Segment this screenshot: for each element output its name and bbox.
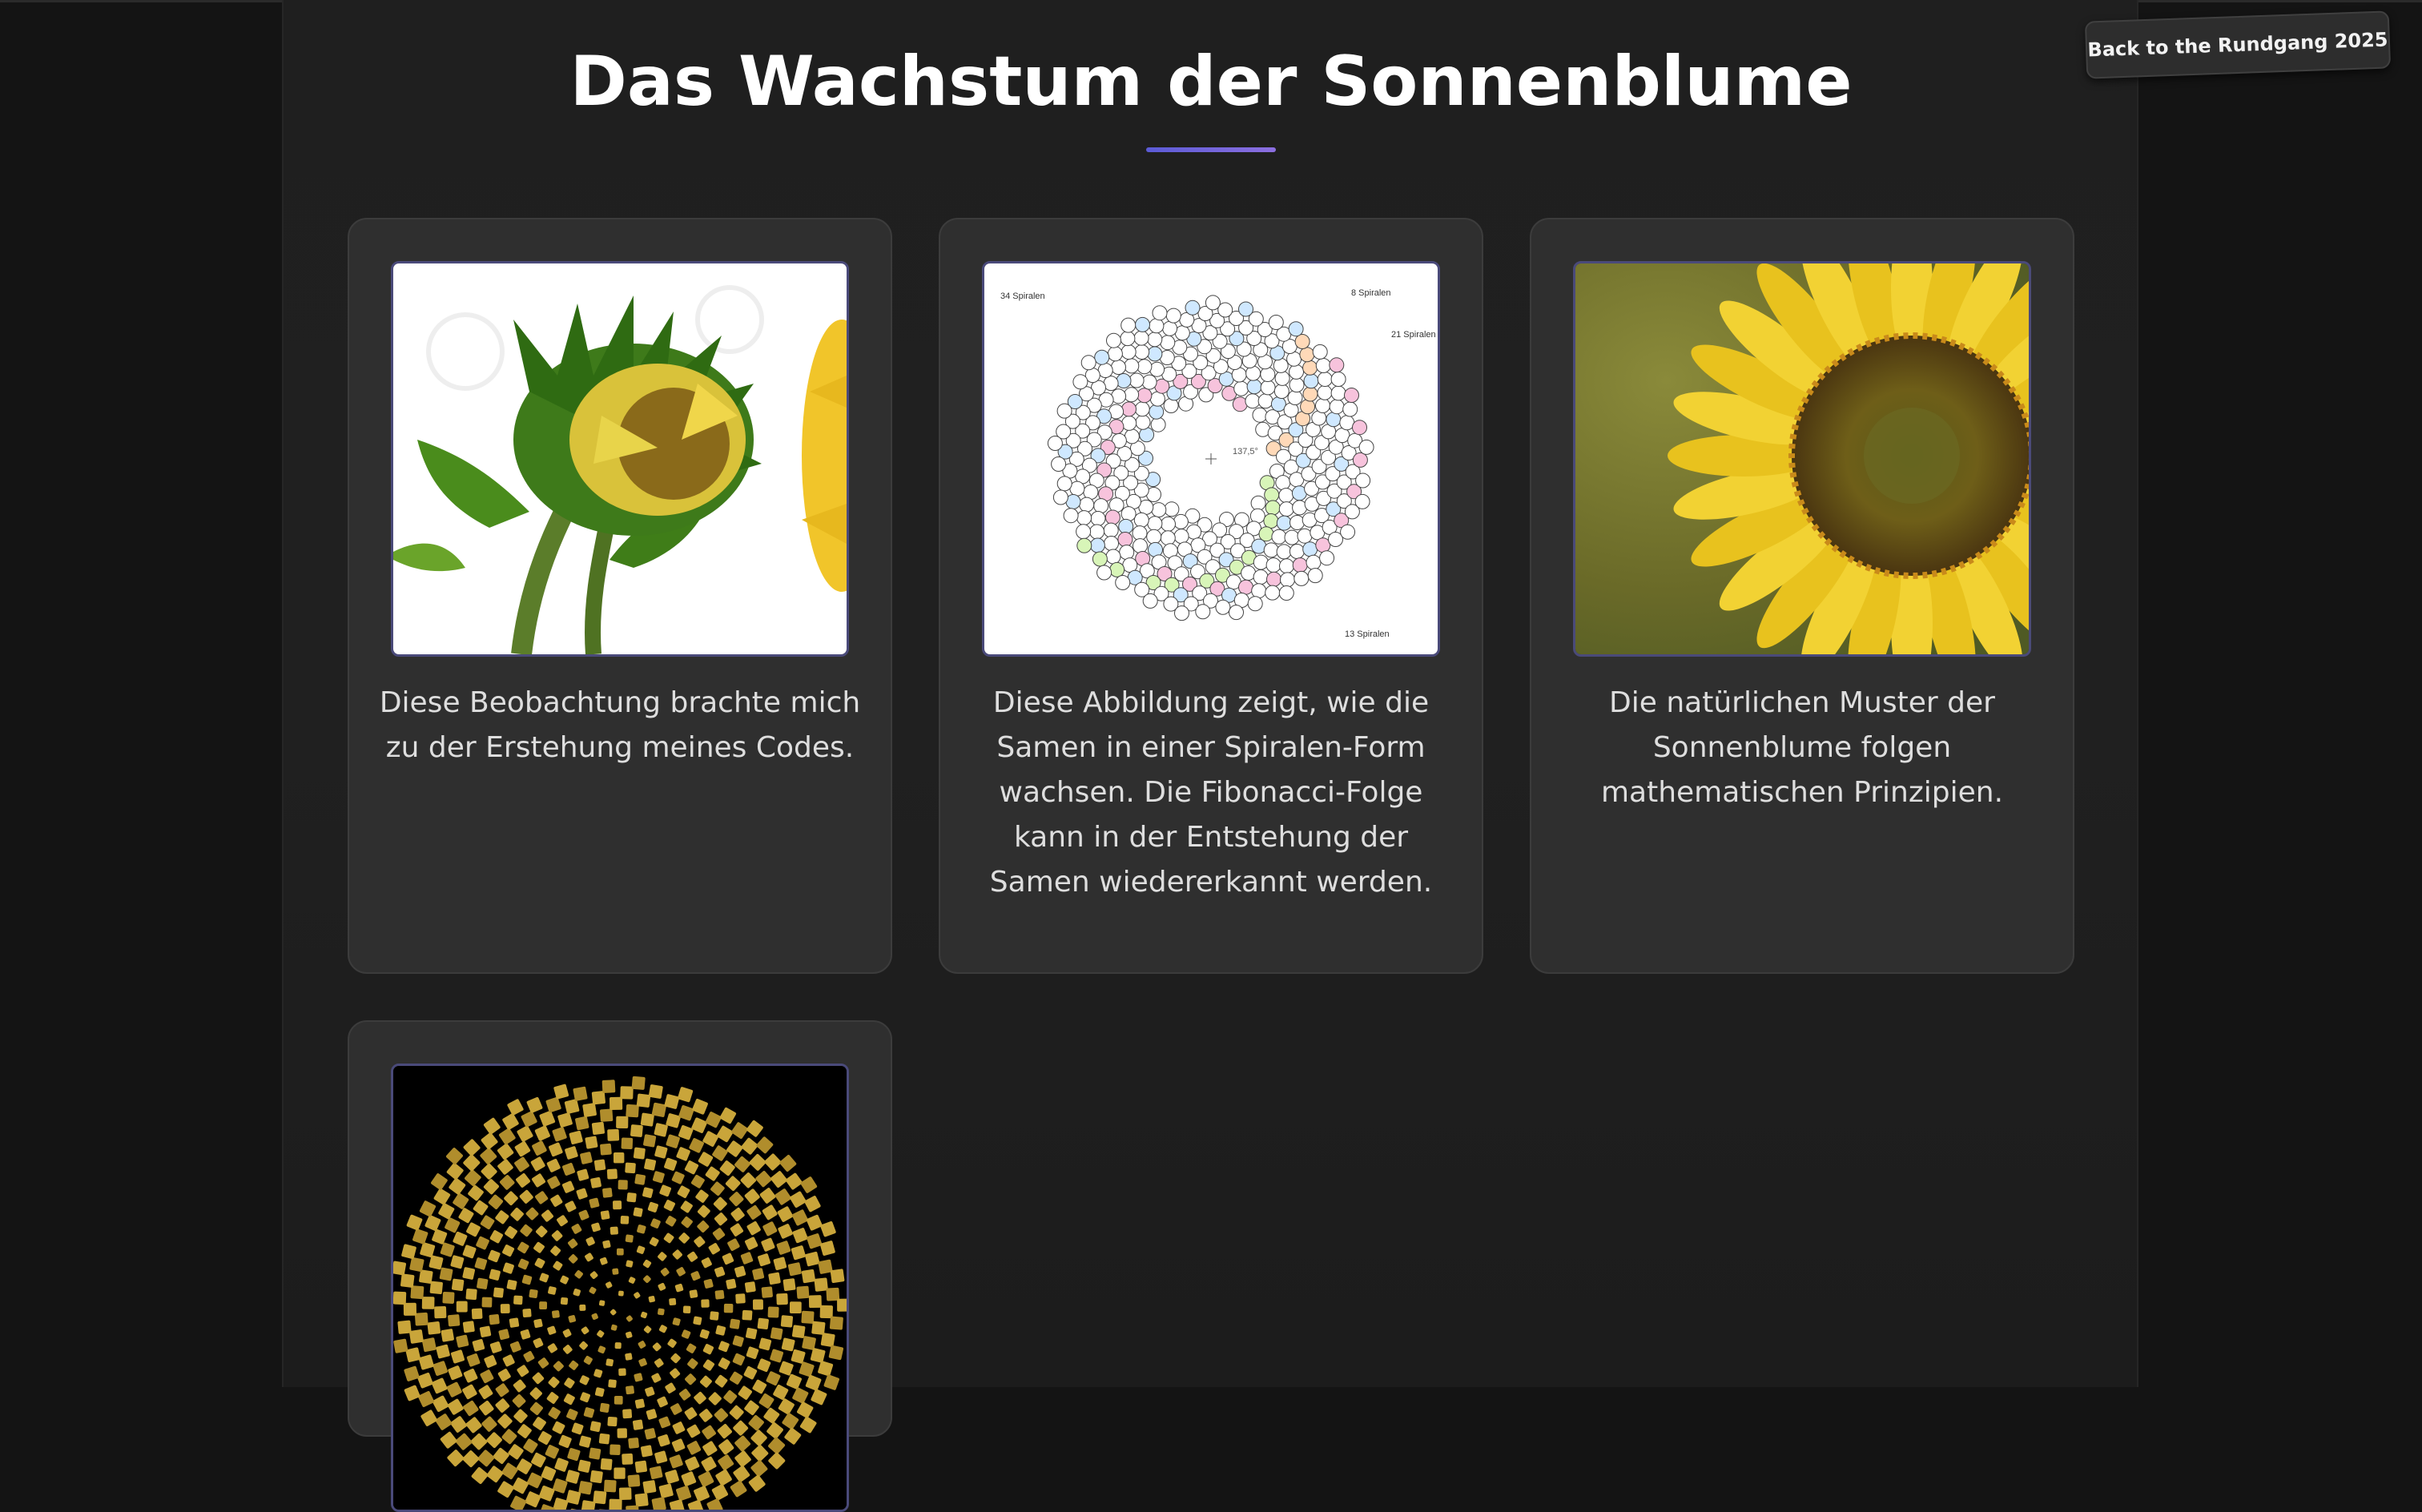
- sunflower-side-view-image[interactable]: [391, 261, 849, 657]
- label-angle: 137,5°: [1233, 447, 1258, 456]
- page-title: Das Wachstum der Sonnenblume: [0, 42, 2422, 122]
- gallery-card: 34 Spiralen 8 Spiralen 21 Spiralen 13 Sp…: [939, 218, 1483, 974]
- gallery-card: Die natürlichen Muster der Sonnenblume f…: [1530, 218, 2074, 974]
- gallery-card: [348, 1020, 892, 1437]
- title-underline: [1146, 147, 1276, 152]
- sunflower-closeup-image[interactable]: [1573, 261, 2031, 657]
- gallery-caption: Die natürlichen Muster der Sonnenblume f…: [1555, 681, 2049, 815]
- label-34-spiralen: 34 Spiralen: [1000, 292, 1045, 301]
- back-to-rundgang-button[interactable]: Back to the Rundgang 2025: [2085, 10, 2391, 78]
- fibonacci-spiral-diagram-image[interactable]: 34 Spiralen 8 Spiralen 21 Spiralen 13 Sp…: [982, 261, 1440, 657]
- label-21-spiralen: 21 Spiralen: [1391, 330, 1436, 340]
- gallery-caption: Diese Abbildung zeigt, wie die Samen in …: [964, 681, 1458, 905]
- gallery-caption: Diese Beobachtung brachte mich zu der Er…: [373, 681, 867, 770]
- gallery-card: Diese Beobachtung brachte mich zu der Er…: [348, 218, 892, 974]
- golden-seed-spiral-image[interactable]: [391, 1064, 849, 1512]
- label-13-spiralen: 13 Spiralen: [1345, 629, 1390, 639]
- label-8-spiralen: 8 Spiralen: [1351, 288, 1391, 298]
